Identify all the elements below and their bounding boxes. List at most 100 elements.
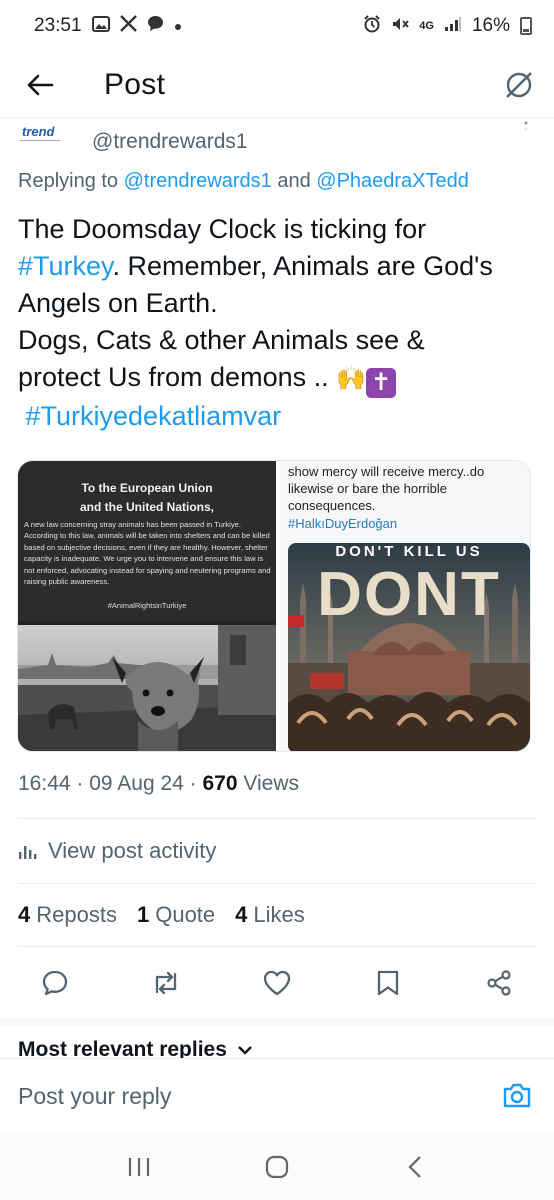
divider	[18, 946, 536, 947]
letter-title-line: and the United Nations,	[79, 500, 214, 514]
post-text-fragment: . Remember, Animals are God's	[112, 251, 493, 281]
system-back-button[interactable]	[385, 1142, 445, 1192]
action-bar	[0, 958, 554, 1008]
engagement-stats: 4 Reposts 1 Quote 4 Likes	[18, 902, 305, 928]
recents-icon	[128, 1158, 150, 1176]
author-avatar[interactable]: trend	[18, 122, 74, 158]
letter-title-line: To the European Union	[81, 481, 213, 495]
recents-button[interactable]	[109, 1142, 169, 1192]
poster-headline: DON'T KILL US	[335, 543, 483, 560]
parent-author-row[interactable]: trend @trendrewards1	[18, 118, 538, 162]
top-app-bar: Post	[0, 52, 554, 118]
signal-icon	[444, 16, 462, 37]
open-letter-graphic: To the European Union and the United Nat…	[18, 461, 276, 621]
hashtag-link[interactable]: #Turkiyedekatliamvar	[26, 401, 282, 431]
chevron-left-icon	[408, 1156, 421, 1178]
post-text-line: Angels on Earth.	[18, 288, 218, 318]
system-nav-bar	[0, 1134, 554, 1200]
bookmark-icon	[377, 970, 398, 996]
x-app-icon	[119, 15, 137, 37]
status-time: 23:51	[34, 15, 82, 36]
activity-label: View post activity	[48, 838, 217, 863]
network-label: 4G	[419, 20, 434, 32]
post-text-line: protect Us from demons .. 🙌 ✝	[18, 359, 548, 398]
media-image-right[interactable]: show mercy will receive mercy..do likewi…	[280, 461, 530, 751]
raised-hands-emoji: 🙌	[336, 365, 366, 392]
post-text-fragment: protect Us from demons ..	[18, 362, 337, 392]
dog-photo	[18, 625, 276, 751]
media-image-left[interactable]: To the European Union and the United Nat…	[18, 461, 276, 751]
avatar-logo-text: trend	[22, 124, 55, 139]
views-count: 670	[202, 772, 238, 795]
quotes-stat[interactable]: 1 Quote	[137, 902, 215, 928]
battery-icon	[520, 17, 532, 35]
poster-big-text: DONT	[317, 560, 501, 629]
dont-kill-us-poster: DON'T KILL US DONT	[288, 543, 530, 751]
mute-icon	[391, 15, 409, 38]
home-button[interactable]	[247, 1142, 307, 1192]
heart-icon	[263, 970, 291, 996]
repost-button[interactable]	[111, 958, 222, 1008]
reply-icon	[43, 970, 68, 996]
replying-to: Replying to @trendrewards1 and @PhaedraX…	[18, 170, 554, 193]
arrow-left-icon	[27, 74, 54, 95]
post-text-line: The Doomsday Clock is ticking for	[18, 214, 427, 244]
gallery-icon	[91, 15, 110, 37]
status-bar: 23:51 4G 16%	[0, 0, 554, 52]
letter-hashtag: #AnimalRightsinTurkiye	[107, 601, 187, 610]
battery-percent: 16%	[471, 15, 510, 36]
post-text-line: Dogs, Cats & other Animals see &	[18, 325, 425, 355]
mercy-hashtag: #HalkıDuyErdoğan	[288, 516, 398, 531]
camera-button[interactable]	[502, 1081, 532, 1114]
likes-stat[interactable]: 4 Likes	[235, 902, 305, 928]
camera-icon	[503, 1083, 531, 1108]
grok-icon	[506, 71, 532, 98]
repost-icon	[156, 971, 177, 995]
letter-body: A new law concerning stray animals has b…	[24, 520, 271, 587]
replying-prefix: Replying to	[18, 170, 124, 192]
post-text-line: #Turkey. Remember, Animals are God's	[18, 248, 548, 285]
divider	[18, 883, 536, 884]
analytics-icon	[19, 846, 37, 859]
reply-input[interactable]: Post your reply	[18, 1083, 171, 1110]
mention-link[interactable]: @trendrewards1	[124, 170, 272, 192]
post-text-line: #Turkiyedekatliamvar	[18, 398, 548, 435]
post-date: 09 Aug 24	[89, 772, 184, 795]
letter-title: To the European Union and the United Nat…	[18, 479, 276, 517]
view-post-activity[interactable]: View post activity	[18, 838, 216, 864]
reposts-label: Reposts	[36, 902, 117, 927]
mention-link[interactable]: @PhaedraXTedd	[316, 170, 469, 192]
quotes-label: Quote	[155, 902, 216, 927]
post-time: 16:44	[18, 772, 71, 795]
reply-composer[interactable]: Post your reply	[0, 1058, 554, 1134]
reply-button[interactable]	[0, 958, 111, 1008]
grok-button[interactable]	[484, 52, 554, 118]
divider	[18, 818, 536, 819]
like-button[interactable]	[222, 958, 333, 1008]
latin-cross-emoji: ✝	[366, 368, 396, 398]
home-icon	[265, 1155, 289, 1179]
hashtag-link[interactable]: #Turkey	[18, 251, 113, 281]
likes-count: 4	[235, 902, 248, 927]
alarm-icon	[363, 14, 381, 38]
quotes-count: 1	[136, 902, 150, 927]
chat-icon	[147, 15, 164, 37]
page-title: Post	[104, 67, 166, 101]
views-label: Views	[243, 772, 300, 795]
media-grid: To the European Union and the United Nat…	[17, 460, 531, 752]
back-button[interactable]	[0, 52, 80, 118]
post-timestamp: 16:44 · 09 Aug 24 · 670 Views	[18, 772, 300, 795]
mercy-caption: show mercy will receive mercy..do likewi…	[288, 464, 485, 513]
share-icon	[486, 970, 511, 996]
chevron-down-icon	[238, 1046, 252, 1055]
bookmark-button[interactable]	[332, 958, 443, 1008]
reposts-count: 4	[18, 902, 31, 927]
more-options-icon[interactable]	[524, 118, 528, 136]
dot-icon	[174, 16, 182, 36]
share-button[interactable]	[443, 958, 554, 1008]
post-text: The Doomsday Clock is ticking for #Turke…	[18, 211, 548, 435]
author-handle[interactable]: @trendrewards1	[92, 130, 248, 154]
reposts-stat[interactable]: 4 Reposts	[18, 902, 117, 928]
replying-joiner: and	[271, 170, 317, 192]
likes-label: Likes	[253, 902, 305, 927]
